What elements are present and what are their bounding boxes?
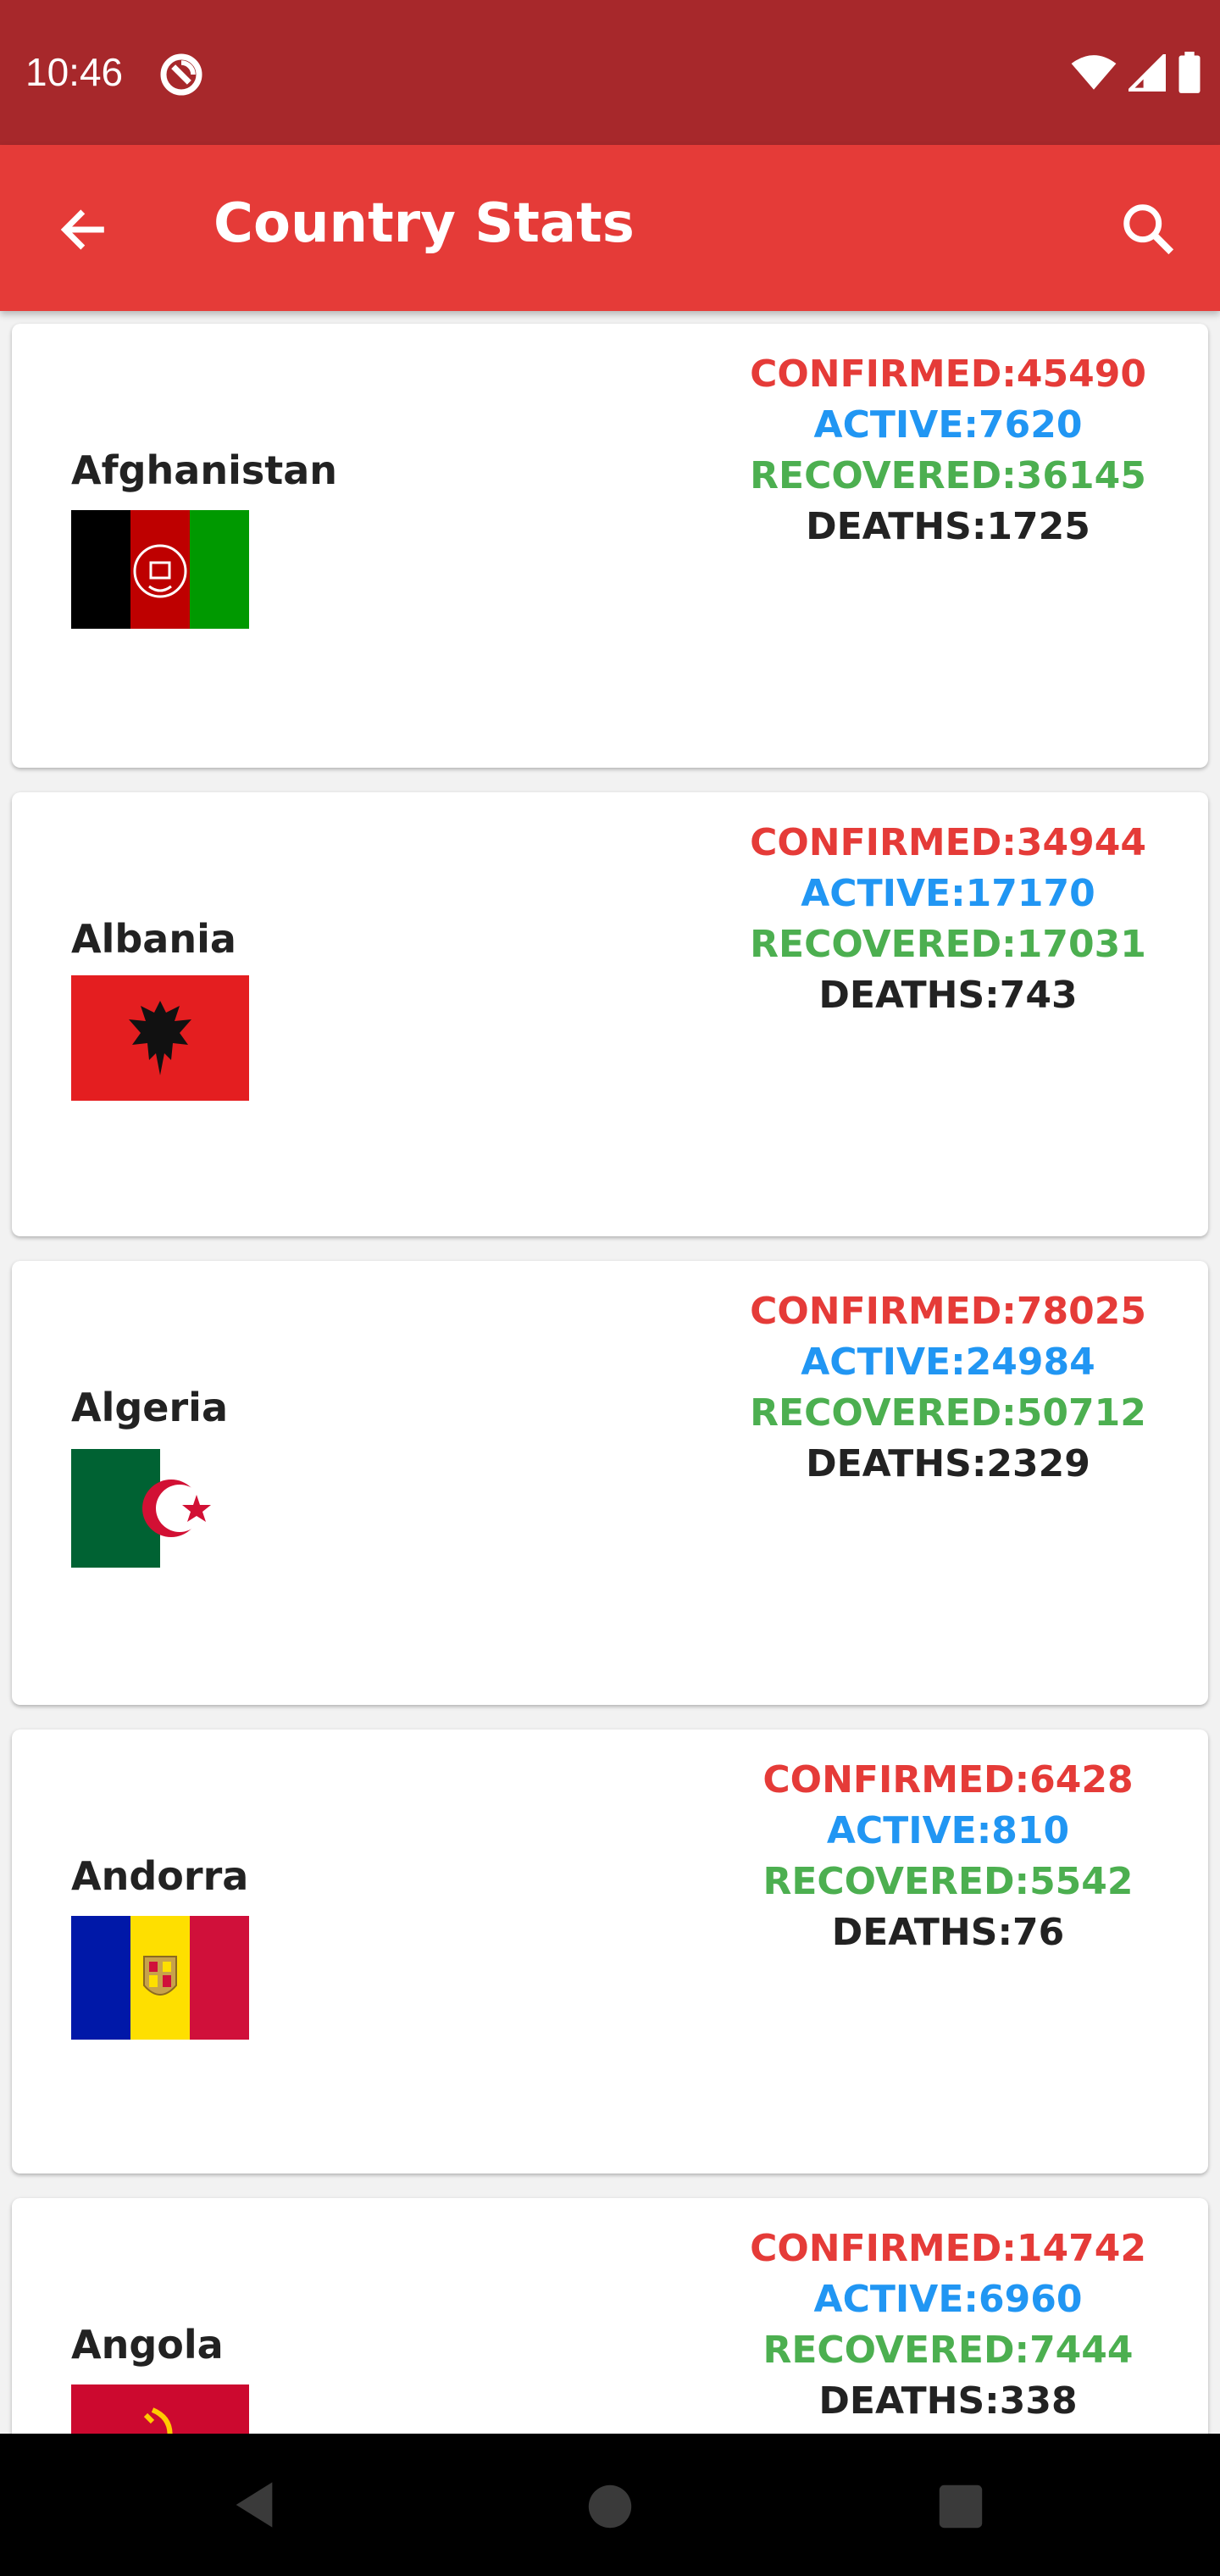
confirmed-count: CONFIRMED:6428 xyxy=(762,1758,1134,1802)
cell-signal-icon xyxy=(1128,54,1166,92)
active-count: ACTIVE:6960 xyxy=(813,2278,1083,2321)
active-count: ACTIVE:810 xyxy=(826,1809,1070,1852)
country-card-afghanistan[interactable]: Afghanistan CONFIRMED:45490 ACTIVE:7620 … xyxy=(12,324,1208,768)
country-list[interactable]: Afghanistan CONFIRMED:45490 ACTIVE:7620 … xyxy=(0,311,1220,2434)
flag-algeria xyxy=(71,1449,249,1568)
status-bar: 10:46 xyxy=(0,0,1220,145)
deaths-count: DEATHS:338 xyxy=(818,2379,1078,2423)
nav-back-icon[interactable] xyxy=(230,2478,278,2532)
back-button[interactable] xyxy=(47,194,119,265)
confirmed-count: CONFIRMED:14742 xyxy=(750,2227,1146,2270)
app-bar: Country Stats xyxy=(0,145,1220,311)
recovered-count: RECOVERED:36145 xyxy=(750,454,1146,497)
country-name: Afghanistan xyxy=(71,447,338,493)
country-name: Algeria xyxy=(71,1385,228,1430)
deaths-count: DEATHS:1725 xyxy=(806,505,1090,548)
status-icons xyxy=(1071,49,1201,97)
recovered-count: RECOVERED:17031 xyxy=(750,923,1146,966)
confirmed-count: CONFIRMED:34944 xyxy=(750,821,1146,864)
country-name: Angola xyxy=(71,2322,224,2368)
country-stats: CONFIRMED:34944 ACTIVE:17170 RECOVERED:1… xyxy=(681,818,1215,1021)
country-card-angola[interactable]: Angola CONFIRMED:14742 ACTIVE:6960 RECOV… xyxy=(12,2198,1208,2434)
country-stats: CONFIRMED:14742 ACTIVE:6960 RECOVERED:74… xyxy=(681,2223,1215,2427)
search-icon xyxy=(1123,204,1174,255)
active-count: ACTIVE:24984 xyxy=(801,1341,1095,1384)
search-button[interactable] xyxy=(1110,191,1188,269)
deaths-count: DEATHS:743 xyxy=(818,974,1078,1017)
recovered-count: RECOVERED:5542 xyxy=(762,1860,1134,1903)
flag-afghanistan xyxy=(71,510,249,629)
nav-home-icon[interactable] xyxy=(586,2483,634,2530)
recovered-count: RECOVERED:7444 xyxy=(762,2329,1134,2372)
recovered-count: RECOVERED:50712 xyxy=(750,1391,1146,1435)
country-name: Andorra xyxy=(71,1853,249,1899)
active-count: ACTIVE:17170 xyxy=(801,872,1095,915)
country-card-albania[interactable]: Albania CONFIRMED:34944 ACTIVE:17170 REC… xyxy=(12,792,1208,1236)
country-stats: CONFIRMED:45490 ACTIVE:7620 RECOVERED:36… xyxy=(681,349,1215,552)
country-card-andorra[interactable]: Andorra CONFIRMED:6428 ACTIVE:810 RECOVE… xyxy=(12,1729,1208,2174)
sync-off-icon xyxy=(160,53,202,96)
country-stats: CONFIRMED:6428 ACTIVE:810 RECOVERED:5542… xyxy=(681,1755,1215,1958)
country-stats: CONFIRMED:78025 ACTIVE:24984 RECOVERED:5… xyxy=(681,1286,1215,1490)
nav-recents-icon[interactable] xyxy=(937,2483,984,2530)
country-card-algeria[interactable]: Algeria CONFIRMED:78025 ACTIVE:24984 REC… xyxy=(12,1261,1208,1705)
deaths-count: DEATHS:2329 xyxy=(806,1442,1090,1485)
battery-icon xyxy=(1178,52,1201,93)
flag-albania xyxy=(71,975,249,1101)
system-navigation-bar xyxy=(0,2434,1220,2576)
page-title: Country Stats xyxy=(214,192,635,255)
active-count: ACTIVE:7620 xyxy=(813,403,1083,447)
confirmed-count: CONFIRMED:78025 xyxy=(750,1290,1146,1333)
wifi-icon xyxy=(1071,55,1117,90)
confirmed-count: CONFIRMED:45490 xyxy=(750,353,1146,396)
arrow-back-icon xyxy=(60,209,104,250)
deaths-count: DEATHS:76 xyxy=(831,1911,1065,1954)
flag-andorra xyxy=(71,1916,249,2040)
flag-angola xyxy=(71,2384,249,2434)
country-name: Albania xyxy=(71,916,236,962)
status-time: 10:46 xyxy=(25,50,124,94)
